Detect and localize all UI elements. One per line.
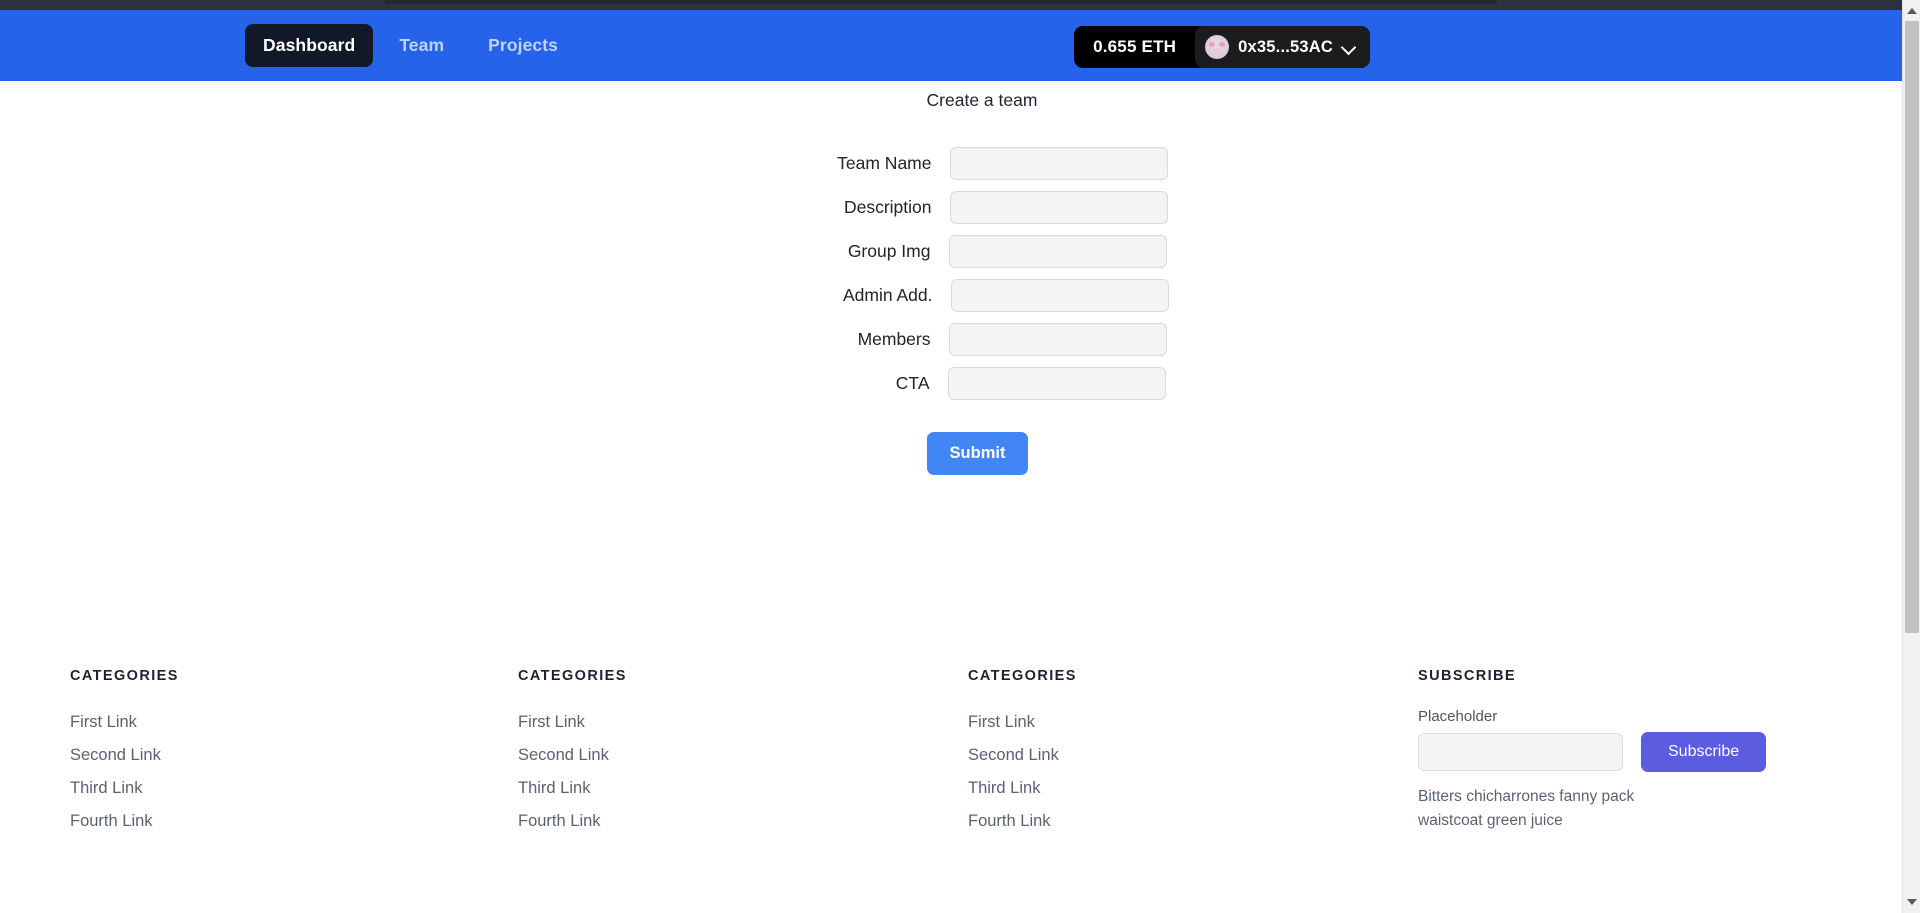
main-content: Create a team Team Name Description Grou… <box>0 81 1902 475</box>
list-item: Second Link <box>518 741 968 770</box>
submit-row: Submit <box>0 432 1902 475</box>
list-item: Third Link <box>70 774 518 803</box>
subscribe-note: Bitters chicharrones fanny pack waistcoa… <box>1418 788 1635 829</box>
wallet-avatar-icon <box>1205 35 1230 59</box>
list-item: Fourth Link <box>968 807 1418 836</box>
footer-column-3: CATEGORIES First Link Second Link Third … <box>968 668 1418 840</box>
top-navbar: Dashboard Team Projects 0.655 ETH 0x35..… <box>0 10 1902 81</box>
footer-link-3-fourth[interactable]: Fourth Link <box>968 812 1051 830</box>
list-item: First Link <box>518 708 968 737</box>
footer-link-3-first[interactable]: First Link <box>968 713 1035 731</box>
nav-link-dashboard[interactable]: Dashboard <box>245 24 374 67</box>
submit-button[interactable]: Submit <box>926 432 1029 475</box>
list-item: Second Link <box>968 741 1418 770</box>
nav-link-team[interactable]: Team <box>381 24 462 67</box>
label-group-img: Group Img <box>847 241 931 261</box>
footer-link-2-fourth[interactable]: Fourth Link <box>518 812 601 830</box>
wallet-widget[interactable]: 0.655 ETH 0x35...53AC <box>1074 26 1370 68</box>
subscribe-heading: SUBSCRIBE <box>1418 668 1516 684</box>
form-row-members: Members <box>0 323 1902 356</box>
subscribe-row: Subscribe <box>1418 732 1838 772</box>
footer-link-1-first[interactable]: First Link <box>70 713 137 731</box>
footer-link-3-second[interactable]: Second Link <box>968 746 1059 764</box>
page-root: Dashboard Team Projects 0.655 ETH 0x35..… <box>0 0 1920 913</box>
wallet-account-button[interactable]: 0x35...53AC <box>1195 26 1370 68</box>
list-item: First Link <box>968 708 1418 737</box>
footer-column-1: CATEGORIES First Link Second Link Third … <box>70 668 518 840</box>
label-admin-add: Admin Add. <box>843 285 933 305</box>
team-name-input[interactable] <box>949 147 1168 180</box>
footer-link-2-third[interactable]: Third Link <box>518 779 590 797</box>
subscribe-field-label: Placeholder <box>1418 708 1498 725</box>
footer-link-3-third[interactable]: Third Link <box>968 779 1040 797</box>
cta-input[interactable] <box>947 367 1166 400</box>
admin-add-input[interactable] <box>950 279 1169 312</box>
footer-link-list-3: First Link Second Link Third Link Fourth… <box>968 708 1418 836</box>
subscribe-input[interactable] <box>1418 733 1623 771</box>
footer-link-1-fourth[interactable]: Fourth Link <box>70 812 153 830</box>
site-footer: CATEGORIES First Link Second Link Third … <box>0 668 1902 840</box>
scroll-up-arrow-icon[interactable] <box>1903 2 1920 20</box>
footer-link-list-2: First Link Second Link Third Link Fourth… <box>518 708 968 836</box>
footer-heading-3: CATEGORIES <box>968 668 1077 684</box>
footer-subscribe-column: SUBSCRIBE Placeholder Subscribe Bitters … <box>1418 668 1838 840</box>
label-team-name: Team Name <box>837 153 932 173</box>
form-row-cta: CTA <box>0 367 1902 400</box>
form-row-description: Description <box>0 191 1902 224</box>
footer-link-1-third[interactable]: Third Link <box>70 779 142 797</box>
footer-link-2-second[interactable]: Second Link <box>518 746 609 764</box>
chevron-down-icon[interactable] <box>1342 40 1357 55</box>
list-item: First Link <box>70 708 518 737</box>
footer-link-1-second[interactable]: Second Link <box>70 746 161 764</box>
wallet-balance: 0.655 ETH <box>1093 37 1177 56</box>
footer-heading-2: CATEGORIES <box>518 668 627 684</box>
members-input[interactable] <box>948 323 1167 356</box>
form-row-admin-add: Admin Add. <box>2 279 1902 312</box>
create-team-form: Team Name Description Group Img Admin Ad… <box>0 147 1902 475</box>
subscribe-button[interactable]: Subscribe <box>1641 732 1767 772</box>
browser-chrome-bar <box>0 0 1920 10</box>
label-cta: CTA <box>895 373 930 393</box>
page-title: Create a team <box>926 90 1038 110</box>
list-item: Second Link <box>70 741 518 770</box>
nav-link-projects[interactable]: Projects <box>470 24 576 67</box>
label-members: Members <box>857 329 931 349</box>
footer-column-2: CATEGORIES First Link Second Link Third … <box>518 668 968 840</box>
list-item: Fourth Link <box>70 807 518 836</box>
nav-links: Dashboard Team Projects <box>245 24 576 67</box>
page-scrollbar[interactable] <box>1902 0 1920 913</box>
footer-link-2-first[interactable]: First Link <box>518 713 585 731</box>
wallet-address: 0x35...53AC <box>1238 37 1333 56</box>
form-row-group-img: Group Img <box>0 235 1902 268</box>
footer-heading-1: CATEGORIES <box>70 668 179 684</box>
form-row-team-name: Team Name <box>0 147 1902 180</box>
footer-link-list-1: First Link Second Link Third Link Fourth… <box>70 708 518 836</box>
scroll-down-arrow-icon[interactable] <box>1903 893 1920 911</box>
description-input[interactable] <box>949 191 1168 224</box>
list-item: Fourth Link <box>518 807 968 836</box>
browser-chrome-inner-strip <box>385 0 1497 4</box>
label-description: Description <box>843 197 932 217</box>
list-item: Third Link <box>968 774 1418 803</box>
list-item: Third Link <box>518 774 968 803</box>
scrollbar-thumb[interactable] <box>1905 21 1919 633</box>
group-img-input[interactable] <box>948 235 1167 268</box>
